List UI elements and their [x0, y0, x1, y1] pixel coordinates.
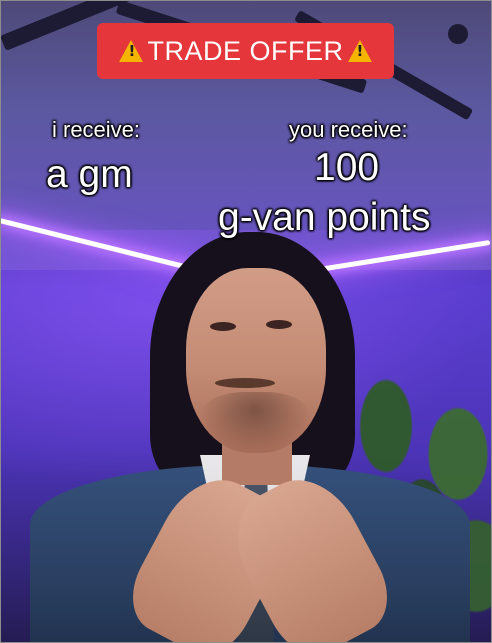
right-item-line1: 100: [314, 146, 380, 189]
left-heading: i receive:: [52, 117, 141, 142]
beard: [200, 392, 310, 452]
right-item-line2: g-van points: [218, 196, 431, 239]
meme-image: TRADE OFFER i receive: a gm you receive:…: [0, 0, 492, 643]
trade-offer-banner: TRADE OFFER: [97, 23, 394, 79]
ceiling-light: [448, 24, 468, 44]
warning-icon: [347, 40, 372, 62]
right-eye: [266, 320, 292, 329]
banner-title: TRADE OFFER: [147, 35, 344, 66]
left-item: a gm: [46, 153, 133, 196]
mustache: [215, 378, 275, 388]
right-heading: you receive:: [289, 117, 408, 142]
warning-icon: [119, 40, 144, 62]
left-eye: [210, 322, 236, 331]
